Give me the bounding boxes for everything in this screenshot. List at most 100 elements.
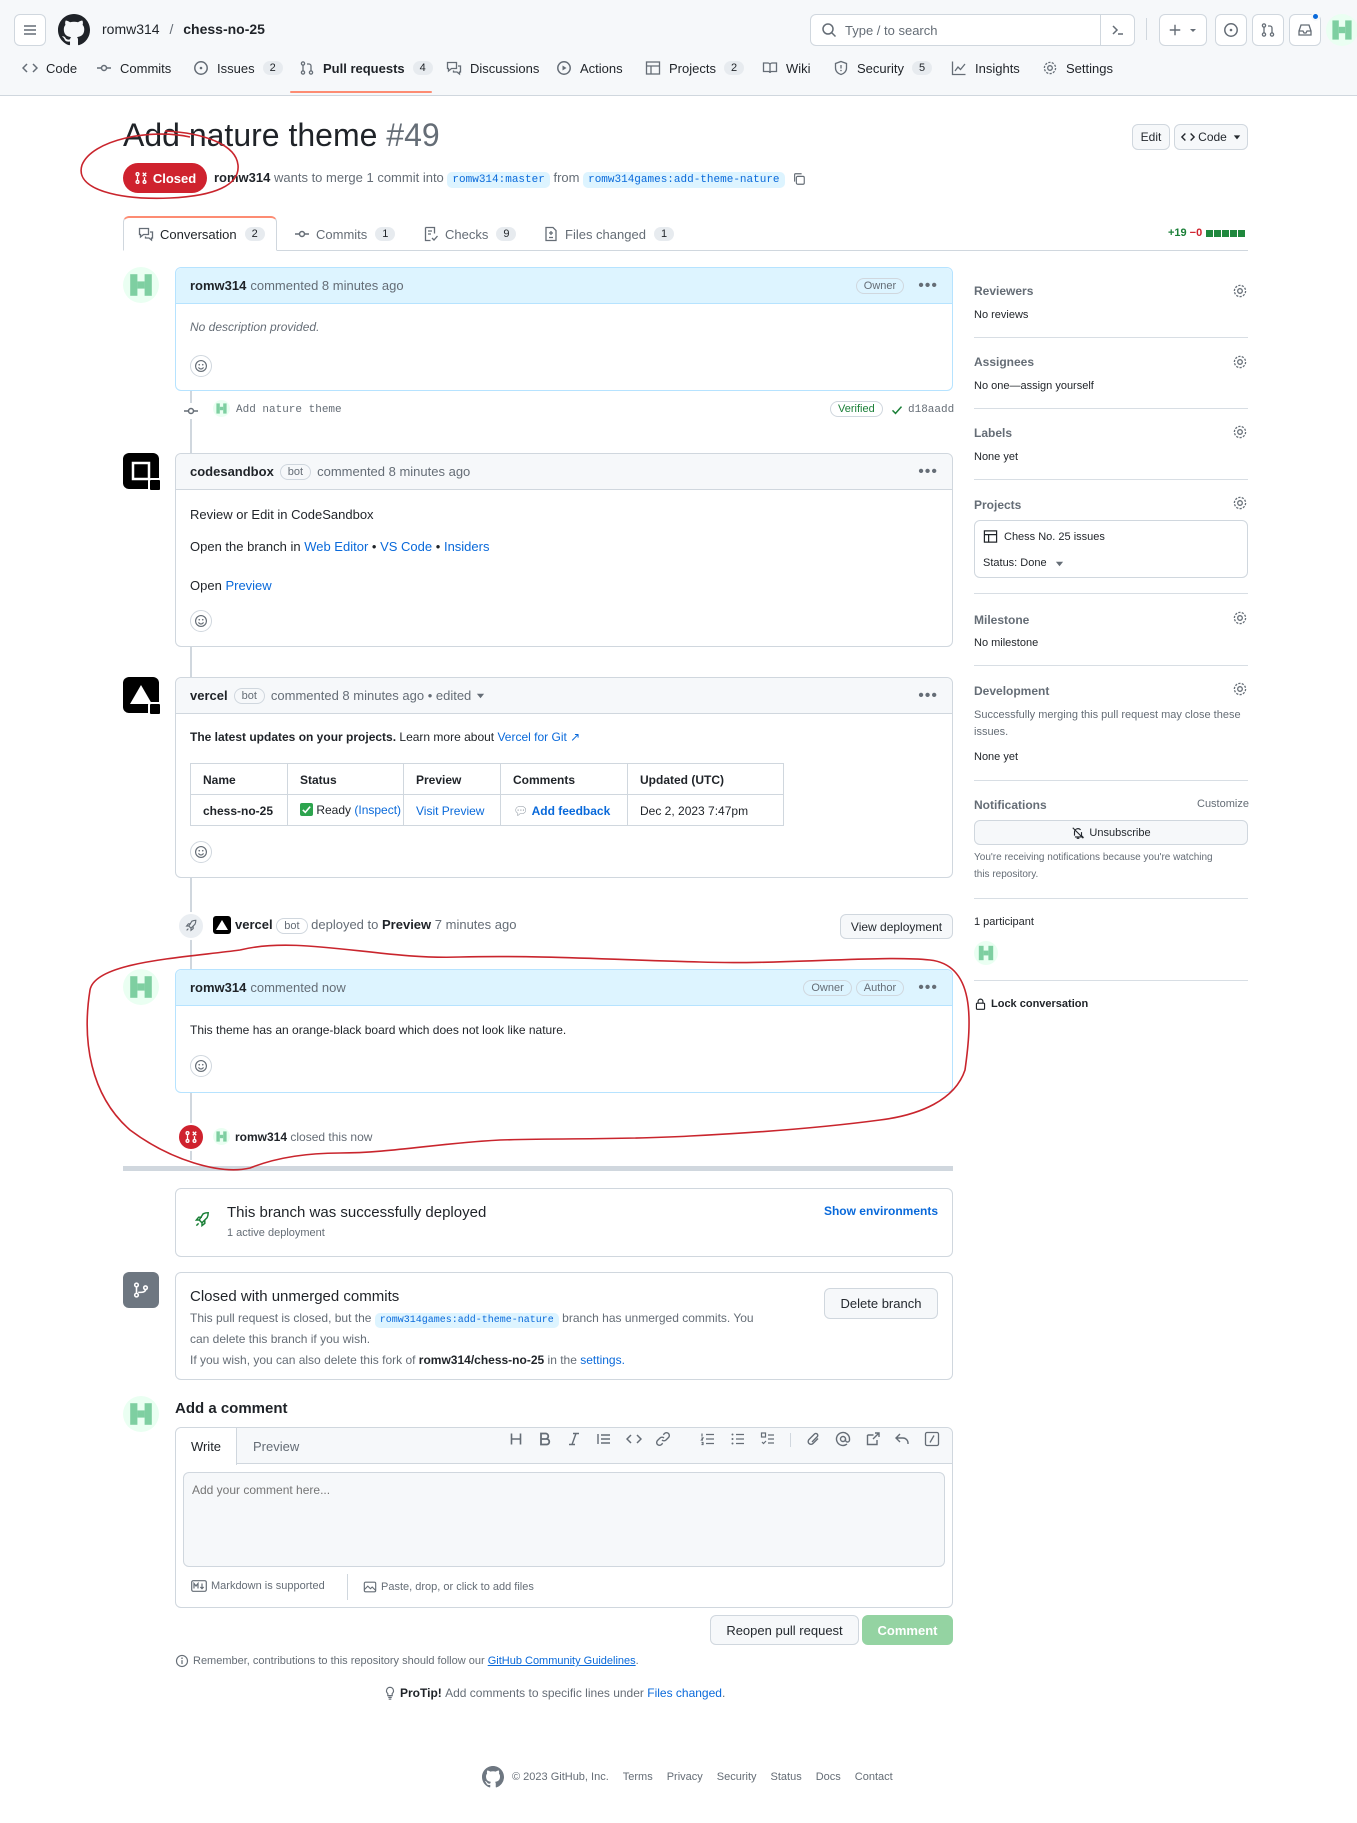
tab-preview[interactable]: Preview bbox=[253, 1439, 299, 1454]
head-branch[interactable]: romw314games:add-theme-nature bbox=[583, 172, 785, 188]
comment-author[interactable]: vercel bbox=[190, 688, 228, 703]
guidelines-link[interactable]: GitHub Community Guidelines bbox=[488, 1655, 636, 1667]
tab-files-changed[interactable]: Files changed 1 bbox=[543, 226, 675, 242]
comment-author[interactable]: romw314 bbox=[190, 980, 246, 995]
list-unordered-icon[interactable] bbox=[730, 1431, 746, 1447]
edit-title-button[interactable]: Edit bbox=[1132, 124, 1170, 150]
nav-wiki[interactable]: Wiki bbox=[762, 60, 811, 76]
insiders-link[interactable]: Insiders bbox=[444, 539, 490, 554]
nav-settings[interactable]: Settings bbox=[1042, 60, 1113, 76]
code-icon[interactable] bbox=[626, 1431, 642, 1447]
copy-icon[interactable] bbox=[792, 172, 806, 186]
comment-textarea[interactable] bbox=[183, 1472, 945, 1567]
settings-link[interactable]: settings. bbox=[580, 1353, 625, 1367]
nav-actions[interactable]: Actions bbox=[556, 60, 623, 76]
owner-link[interactable]: romw314 bbox=[102, 21, 160, 37]
closed-actor[interactable]: romw314 bbox=[235, 1130, 287, 1144]
files-changed-link[interactable]: Files changed bbox=[647, 1686, 722, 1700]
unsubscribe-button[interactable]: Unsubscribe bbox=[974, 820, 1248, 845]
comment-author[interactable]: romw314 bbox=[190, 278, 246, 293]
add-reaction-button[interactable] bbox=[190, 355, 212, 377]
github-logo-icon[interactable] bbox=[482, 1766, 504, 1788]
comment-button[interactable]: Comment bbox=[862, 1615, 953, 1645]
comment-time[interactable]: commented now bbox=[250, 980, 345, 995]
kebab-icon[interactable]: ••• bbox=[918, 687, 938, 705]
issues-button[interactable] bbox=[1215, 14, 1247, 46]
create-new-button[interactable] bbox=[1159, 14, 1207, 46]
repo-link[interactable]: chess-no-25 bbox=[183, 21, 265, 37]
commit-avatar[interactable] bbox=[213, 400, 230, 417]
comment-author[interactable]: codesandbox bbox=[190, 464, 274, 479]
visit-preview-link[interactable]: Visit Preview bbox=[416, 804, 484, 818]
participant-avatar[interactable] bbox=[974, 941, 998, 965]
nav-code[interactable]: Code bbox=[22, 60, 77, 76]
add-feedback-link[interactable]: Add feedback bbox=[532, 804, 611, 818]
nav-security[interactable]: Security 5 bbox=[833, 60, 933, 76]
gear-icon[interactable] bbox=[1232, 681, 1248, 697]
head-branch[interactable]: romw314games:add-theme-nature bbox=[374, 1313, 559, 1328]
list-ordered-icon[interactable] bbox=[700, 1431, 716, 1447]
nav-insights[interactable]: Insights bbox=[951, 60, 1020, 76]
preview-link[interactable]: Preview bbox=[225, 578, 271, 593]
kebab-icon[interactable]: ••• bbox=[918, 979, 938, 997]
customize-link[interactable]: Customize bbox=[1197, 798, 1249, 810]
projects-heading[interactable]: Projects bbox=[974, 498, 1021, 512]
reply-icon[interactable] bbox=[894, 1431, 910, 1447]
vs-code-link[interactable]: VS Code bbox=[380, 539, 432, 554]
assignees-value[interactable]: No one—assign yourself bbox=[974, 380, 1094, 392]
search-input[interactable]: Type / to search bbox=[810, 14, 1135, 46]
tab-commits[interactable]: Commits 1 bbox=[294, 226, 396, 242]
bold-icon[interactable] bbox=[537, 1431, 553, 1447]
reviewers-heading[interactable]: Reviewers bbox=[974, 284, 1033, 298]
reopen-pull-request-button[interactable]: Reopen pull request bbox=[710, 1615, 859, 1645]
paperclip-icon[interactable] bbox=[806, 1431, 822, 1447]
add-reaction-button[interactable] bbox=[190, 610, 212, 632]
add-reaction-button[interactable] bbox=[190, 841, 212, 863]
avatar[interactable] bbox=[123, 267, 159, 303]
avatar[interactable] bbox=[123, 1396, 159, 1432]
pull-requests-button[interactable] bbox=[1252, 14, 1284, 46]
quote-icon[interactable] bbox=[596, 1431, 612, 1447]
assignees-heading[interactable]: Assignees bbox=[974, 355, 1034, 369]
kebab-icon[interactable]: ••• bbox=[918, 463, 938, 481]
verified-badge[interactable]: Verified bbox=[830, 401, 883, 417]
cross-reference-icon[interactable] bbox=[865, 1431, 881, 1447]
delete-branch-button[interactable]: Delete branch bbox=[824, 1288, 938, 1319]
footer-link-contact[interactable]: Contact bbox=[855, 1771, 893, 1783]
avatar[interactable] bbox=[123, 969, 159, 1005]
commit-message[interactable]: Add nature theme bbox=[236, 404, 342, 416]
base-branch[interactable]: romw314:master bbox=[447, 172, 550, 188]
tab-conversation[interactable]: Conversation 2 bbox=[123, 216, 277, 251]
comment-time[interactable]: commented 8 minutes ago • edited bbox=[271, 688, 471, 703]
nav-commits[interactable]: Commits bbox=[96, 60, 171, 76]
milestone-heading[interactable]: Milestone bbox=[974, 613, 1029, 627]
show-environments-link[interactable]: Show environments bbox=[824, 1204, 938, 1218]
vercel-small-avatar[interactable] bbox=[213, 916, 231, 934]
nav-projects[interactable]: Projects 2 bbox=[645, 60, 745, 76]
italic-icon[interactable] bbox=[566, 1431, 582, 1447]
avatar[interactable] bbox=[213, 1128, 230, 1145]
lock-conversation[interactable]: Lock conversation bbox=[974, 997, 1088, 1011]
project-card[interactable]: Chess No. 25 issues Status: Done bbox=[974, 520, 1248, 578]
gear-icon[interactable] bbox=[1232, 283, 1248, 299]
diffstat[interactable]: +19 −0 bbox=[1168, 227, 1246, 239]
mention-icon[interactable] bbox=[835, 1431, 851, 1447]
link-icon[interactable] bbox=[655, 1431, 671, 1447]
tab-checks[interactable]: Checks 9 bbox=[423, 226, 517, 242]
project-status[interactable]: Status: Done bbox=[983, 557, 1064, 569]
deploy-env[interactable]: Preview bbox=[382, 917, 431, 932]
project-name[interactable]: Chess No. 25 issues bbox=[1004, 531, 1105, 543]
tab-write[interactable]: Write bbox=[176, 1428, 237, 1465]
footer-link-terms[interactable]: Terms bbox=[623, 1771, 653, 1783]
view-deployment-button[interactable]: View deployment bbox=[840, 914, 953, 939]
footer-link-privacy[interactable]: Privacy bbox=[667, 1771, 703, 1783]
code-dropdown-button[interactable]: Code bbox=[1174, 124, 1248, 150]
footer-link-security[interactable]: Security bbox=[717, 1771, 757, 1783]
command-palette-icon[interactable] bbox=[1100, 15, 1134, 45]
slash-command-icon[interactable] bbox=[924, 1431, 940, 1447]
gear-icon[interactable] bbox=[1232, 495, 1248, 511]
nav-discussions[interactable]: Discussions bbox=[446, 60, 539, 76]
nav-issues[interactable]: Issues 2 bbox=[193, 60, 283, 76]
commit-sha[interactable]: d18aadd bbox=[908, 404, 954, 416]
hamburger-button[interactable] bbox=[14, 14, 46, 46]
